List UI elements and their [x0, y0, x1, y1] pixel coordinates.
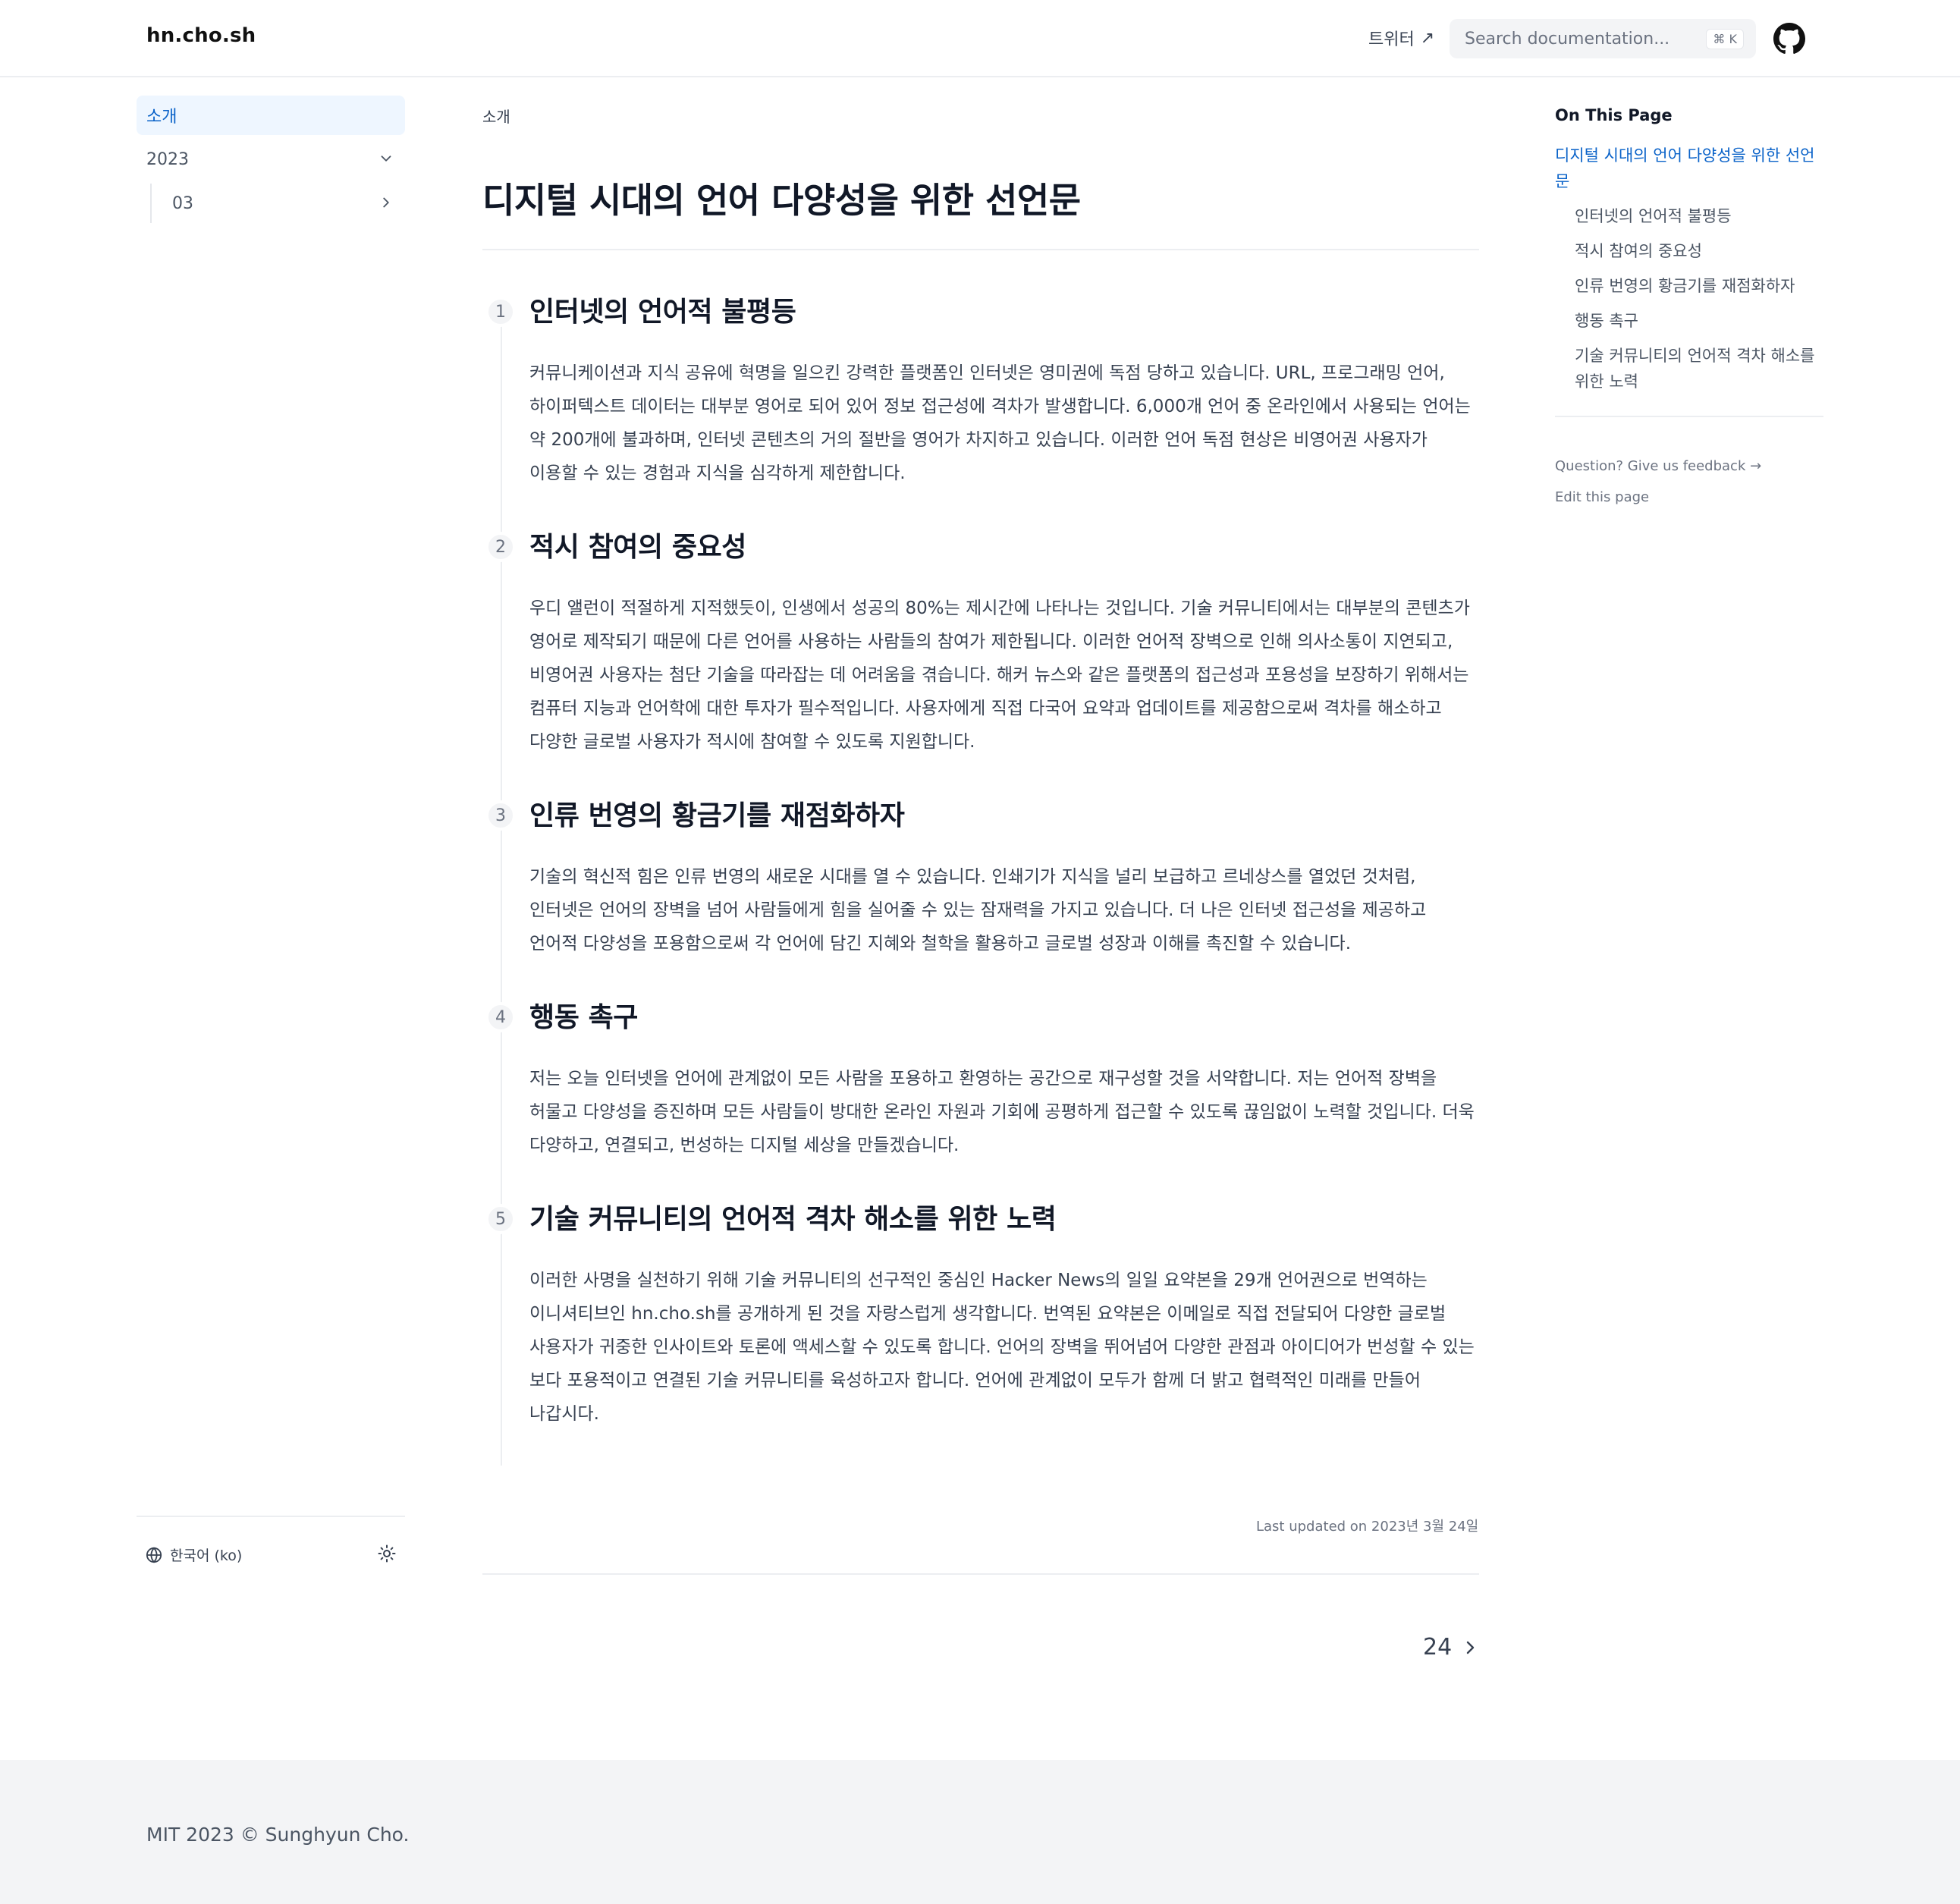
chevron-right-icon: [1466, 1641, 1475, 1654]
search-shortcut-badge: ⌘ K: [1706, 28, 1744, 49]
toc-item[interactable]: 적시 참여의 중요성: [1555, 238, 1823, 264]
sun-icon[interactable]: [378, 1544, 396, 1563]
section-paragraph: 커뮤니케이션과 지식 공유에 혁명을 일으킨 강력한 플랫폼인 인터넷은 영미권…: [529, 363, 1471, 483]
main-content: 소개 디지털 시대의 언어 다양성을 위한 선언문 1 인터넷의 언어적 불평등…: [482, 96, 1479, 1466]
sidebar-subtree: 03: [150, 184, 405, 223]
search-input[interactable]: [1465, 29, 1707, 49]
step-section: 1 인터넷의 언어적 불평등 커뮤니케이션과 지식 공유에 혁명을 일으킨 강력…: [482, 294, 1479, 490]
footer-copyright: MIT 2023 © Sunghyun Cho.: [146, 1824, 410, 1846]
step-number: 4: [485, 1002, 516, 1032]
step-number: 5: [485, 1204, 516, 1234]
edit-page-link[interactable]: Edit this page: [1555, 488, 1823, 507]
page-title: 디지털 시대의 언어 다양성을 위한 선언문: [482, 173, 1479, 250]
section-paragraph: 우디 앨런이 적절하게 지적했듯이, 인생에서 성공의 80%는 제시간에 나타…: [529, 599, 1470, 752]
step-number: 1: [485, 297, 516, 327]
feedback-link[interactable]: Question? Give us feedback →: [1555, 457, 1823, 476]
next-page-label: 24: [1423, 1634, 1453, 1661]
section-heading: 적시 참여의 중요성: [529, 532, 747, 563]
section-heading: 기술 커뮤니티의 언어적 격차 해소를 위한 노력: [529, 1204, 1057, 1235]
section-paragraph: 저는 오늘 인터넷을 언어에 관계없이 모든 사람을 포용하고 환영하는 공간으…: [529, 1069, 1475, 1155]
toc-item[interactable]: 디지털 시대의 언어 다양성을 위한 선언문: [1555, 143, 1823, 194]
content-divider: [482, 1573, 1479, 1575]
toc-heading: On This Page: [1555, 106, 1673, 124]
table-of-contents: On This Page 디지털 시대의 언어 다양성을 위한 선언문 인터넷의…: [1555, 106, 1823, 519]
twitter-link-label: 트위터: [1368, 30, 1415, 49]
sidebar-nav: 소개 2023 03: [137, 96, 405, 223]
last-updated-text: Last updated on 2023년 3월 24일: [1256, 1519, 1479, 1535]
section-heading: 인터넷의 언어적 불평등: [529, 297, 796, 328]
section-paragraph: 이러한 사명을 실천하기 위해 기술 커뮤니티의 선구적인 중심인 Hacker…: [529, 1271, 1475, 1424]
chevron-down-icon: [381, 156, 391, 162]
toc-divider: [1555, 416, 1823, 417]
steps-list: 1 인터넷의 언어적 불평등 커뮤니케이션과 지식 공유에 혁명을 일으킨 강력…: [482, 294, 1479, 1466]
toc-extra-links: Question? Give us feedback → Edit this p…: [1555, 457, 1823, 507]
sidebar-item-label: 03: [172, 193, 193, 213]
sidebar-item-label: 2023: [146, 149, 189, 169]
step-section: 2 적시 참여의 중요성 우디 앨런이 적절하게 지적했듯이, 인생에서 성공의…: [482, 529, 1479, 759]
section-heading: 행동 촉구: [529, 1002, 639, 1033]
globe-icon: [146, 1546, 162, 1563]
external-link-icon: ↗: [1420, 28, 1435, 48]
language-label: 한국어 (ko): [170, 1547, 243, 1564]
language-switcher[interactable]: 한국어 (ko): [146, 1544, 242, 1565]
breadcrumb[interactable]: 소개: [482, 96, 1479, 135]
next-page-link[interactable]: 24: [1423, 1634, 1479, 1661]
sidebar-footer: 한국어 (ko): [137, 1516, 405, 1591]
toc-item[interactable]: 행동 촉구: [1555, 308, 1823, 334]
sidebar-item-intro[interactable]: 소개: [137, 96, 405, 135]
top-navbar: hn.cho.sh 트위터 ↗ ⌘ K: [0, 0, 1960, 77]
section-paragraph: 기술의 혁신적 힘은 인류 번영의 새로운 시대를 열 수 있습니다. 인쇄기가…: [529, 867, 1427, 954]
step-number: 2: [485, 532, 516, 562]
section-heading: 인류 번영의 황금기를 재점화하자: [529, 800, 905, 831]
site-logo[interactable]: hn.cho.sh: [146, 24, 256, 47]
step-section: 3 인류 번영의 황금기를 재점화하자 기술의 혁신적 힘은 인류 번영의 새로…: [482, 798, 1479, 960]
page-footer: MIT 2023 © Sunghyun Cho.: [0, 1760, 1960, 1904]
toc-item[interactable]: 인터넷의 언어적 불평등: [1555, 203, 1823, 229]
sidebar-item-2023[interactable]: 2023: [137, 140, 405, 179]
github-icon[interactable]: [1773, 23, 1805, 55]
chevron-right-icon: [383, 197, 389, 208]
toc-item[interactable]: 인류 번영의 황금기를 재점화하자: [1555, 273, 1823, 299]
twitter-link[interactable]: 트위터 ↗: [1368, 26, 1434, 50]
search-box[interactable]: ⌘ K: [1450, 19, 1756, 58]
step-section: 4 행동 촉구 저는 오늘 인터넷을 언어에 관계없이 모든 사람을 포용하고 …: [482, 1000, 1479, 1162]
sidebar-item-03[interactable]: 03: [162, 184, 405, 223]
step-section: 5 기술 커뮤니티의 언어적 격차 해소를 위한 노력 이러한 사명을 실천하기…: [482, 1202, 1479, 1431]
step-number: 3: [485, 800, 516, 831]
toc-item[interactable]: 기술 커뮤니티의 언어적 격차 해소를 위한 노력: [1555, 343, 1823, 394]
sidebar-item-label: 소개: [146, 108, 177, 127]
toc-list: 디지털 시대의 언어 다양성을 위한 선언문 인터넷의 언어적 불평등 적시 참…: [1555, 143, 1823, 394]
